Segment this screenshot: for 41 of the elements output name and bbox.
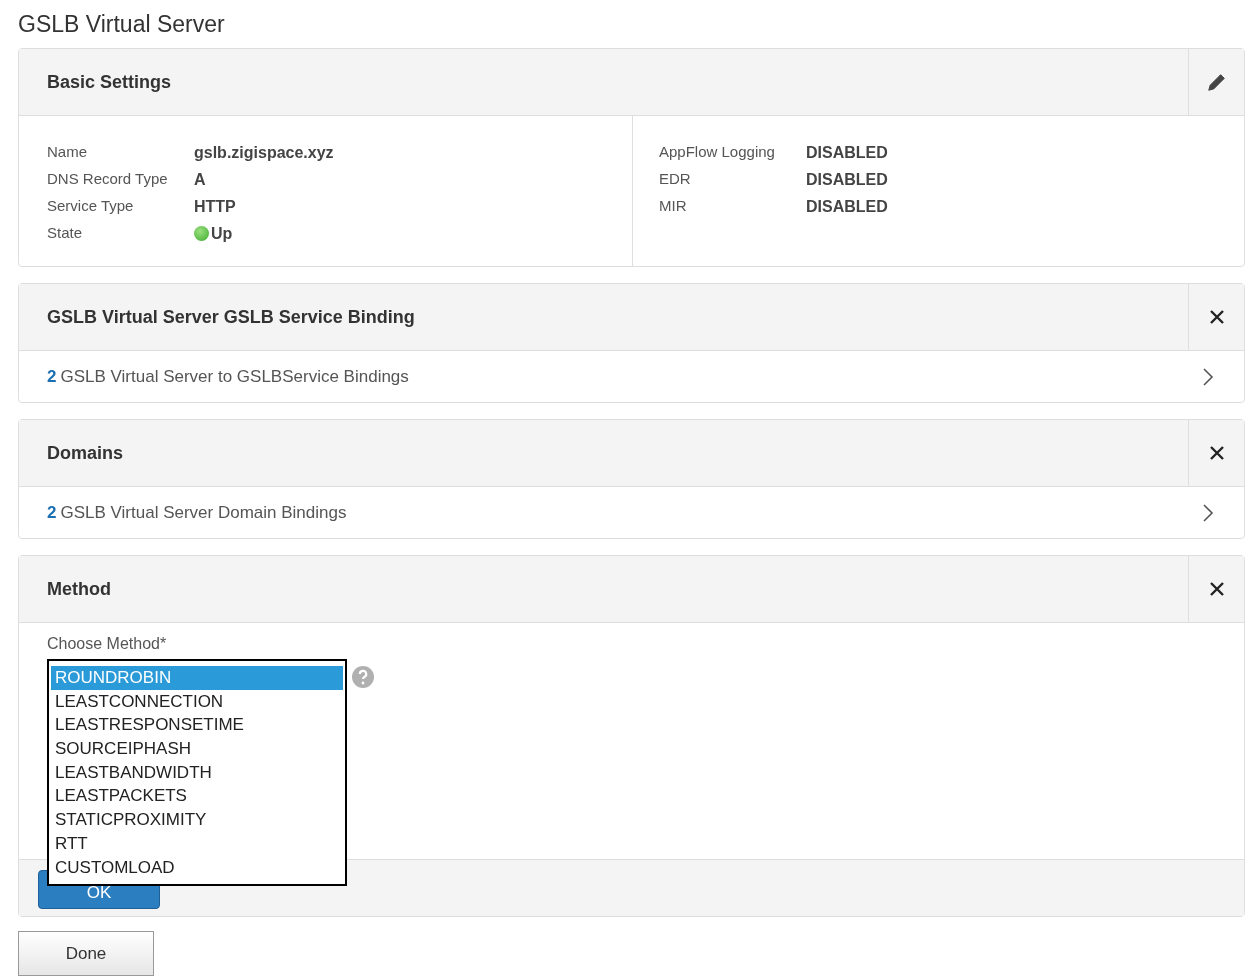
field-value: DISABLED xyxy=(806,142,888,163)
panel-title: Method xyxy=(47,577,111,601)
method-option[interactable]: LEASTRESPONSETIME xyxy=(51,713,343,738)
field-label: State xyxy=(47,223,84,244)
binding-count: 2 xyxy=(47,501,57,524)
method-option[interactable]: SOURCEIPHASH xyxy=(51,737,343,761)
close-icon[interactable] xyxy=(1208,445,1225,461)
page-title: GSLB Virtual Server xyxy=(18,9,225,39)
binding-row[interactable]: 2 GSLB Virtual Server Domain Bindings xyxy=(19,487,1244,538)
field-label: Name xyxy=(47,142,88,163)
chevron-right-icon xyxy=(1202,502,1214,523)
panel-title: GSLB Virtual Server GSLB Service Binding xyxy=(47,305,415,329)
chevron-right-icon xyxy=(1202,366,1214,387)
panel-title: Basic Settings xyxy=(47,70,172,94)
method-option[interactable]: STATICPROXIMITY xyxy=(51,808,343,832)
field-value: Up xyxy=(211,223,233,244)
close-icon[interactable] xyxy=(1208,309,1225,325)
close-icon[interactable] xyxy=(1208,581,1225,597)
field-label: EDR xyxy=(659,169,692,190)
edit-icon[interactable] xyxy=(1205,71,1228,93)
field-value: HTTP xyxy=(194,196,236,217)
binding-link: GSLB Virtual Server Domain Bindings xyxy=(60,501,347,524)
field-value: DISABLED xyxy=(806,169,888,190)
method-option[interactable]: RTT xyxy=(51,831,343,856)
method-dropdown-menu[interactable]: ROUNDROBIN LEASTCONNECTION LEASTRESPONSETIME SOURCEIPHASH LEASTBANDWIDTH LEASTPACKETS STATICPROXIMITY RTT CUSTOMLOAD xyxy=(47,659,347,886)
method-option[interactable]: LEASTBANDWIDTH xyxy=(51,760,343,785)
done-button[interactable]: Done xyxy=(18,931,154,976)
binding-count: 2 xyxy=(47,365,57,388)
field-value: DISABLED xyxy=(806,196,888,217)
field-label: MIR xyxy=(659,196,688,217)
panel-title: Domains xyxy=(47,441,124,465)
field-label: Service Type xyxy=(47,196,135,217)
field-label: AppFlow Logging xyxy=(659,142,776,163)
method-option[interactable]: LEASTPACKETS xyxy=(51,784,343,809)
field-value: A xyxy=(194,169,206,190)
binding-row[interactable]: 2 GSLB Virtual Server to GSLBService Bindings xyxy=(19,351,1244,402)
method-option[interactable]: LEASTCONNECTION xyxy=(51,689,343,714)
binding-link: GSLB Virtual Server to GSLBService Bindings xyxy=(60,365,409,388)
field-label: DNS Record Type xyxy=(47,169,169,190)
field-label: Choose Method* xyxy=(47,635,167,652)
field-value: gslb.zigispace.xyz xyxy=(194,142,334,163)
